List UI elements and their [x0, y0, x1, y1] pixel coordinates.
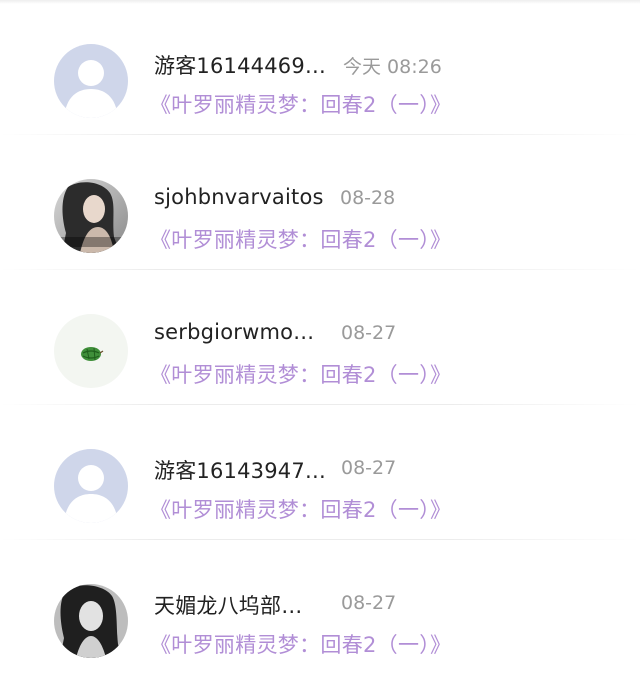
- list-item[interactable]: 游客16144469… 今天 08:26 《叶罗丽精灵梦：回春2（一）》: [0, 0, 640, 135]
- list-item[interactable]: 游客16143947… 08-27 《叶罗丽精灵梦：回春2（一）》: [0, 405, 640, 540]
- story-title-link[interactable]: 《叶罗丽精灵梦：回春2（一）》: [150, 629, 451, 659]
- story-title-link[interactable]: 《叶罗丽精灵梦：回春2（一）》: [150, 224, 451, 254]
- avatar[interactable]: [54, 314, 128, 388]
- timestamp: 08-27: [341, 592, 397, 614]
- story-title-link[interactable]: 《叶罗丽精灵梦：回春2（一）》: [150, 359, 451, 389]
- timestamp: 08-27: [341, 322, 397, 344]
- avatar[interactable]: [54, 44, 128, 118]
- list-item[interactable]: 天媚龙八坞部… 08-27 《叶罗丽精灵梦：回春2（一）》: [0, 540, 640, 675]
- watermelon-icon: [54, 314, 128, 388]
- avatar[interactable]: [54, 449, 128, 523]
- list-item[interactable]: sjohbnvarvaitos 08-28 《叶罗丽精灵梦：回春2（一）》: [0, 135, 640, 270]
- woman-bw-photo-icon: [54, 584, 128, 658]
- list-item[interactable]: serbgiorwmo… 08-27 《叶罗丽精灵梦：回春2（一）》: [0, 270, 640, 405]
- username[interactable]: 天媚龙八坞部…: [154, 590, 302, 620]
- story-title-link[interactable]: 《叶罗丽精灵梦：回春2（一）》: [150, 494, 451, 524]
- avatar[interactable]: [54, 179, 128, 253]
- username[interactable]: serbgiorwmo…: [154, 320, 314, 344]
- username[interactable]: 游客16143947…: [154, 455, 326, 485]
- default-user-icon: [54, 449, 128, 523]
- woman-photo-icon: [54, 179, 128, 253]
- default-user-icon: [54, 44, 128, 118]
- timestamp: 08-28: [340, 187, 396, 209]
- timestamp: 08-27: [341, 457, 397, 479]
- username[interactable]: 游客16144469…: [154, 50, 326, 80]
- avatar[interactable]: [54, 584, 128, 658]
- story-title-link[interactable]: 《叶罗丽精灵梦：回春2（一）》: [150, 89, 451, 119]
- username[interactable]: sjohbnvarvaitos: [154, 185, 324, 209]
- timestamp: 今天 08:26: [343, 56, 442, 78]
